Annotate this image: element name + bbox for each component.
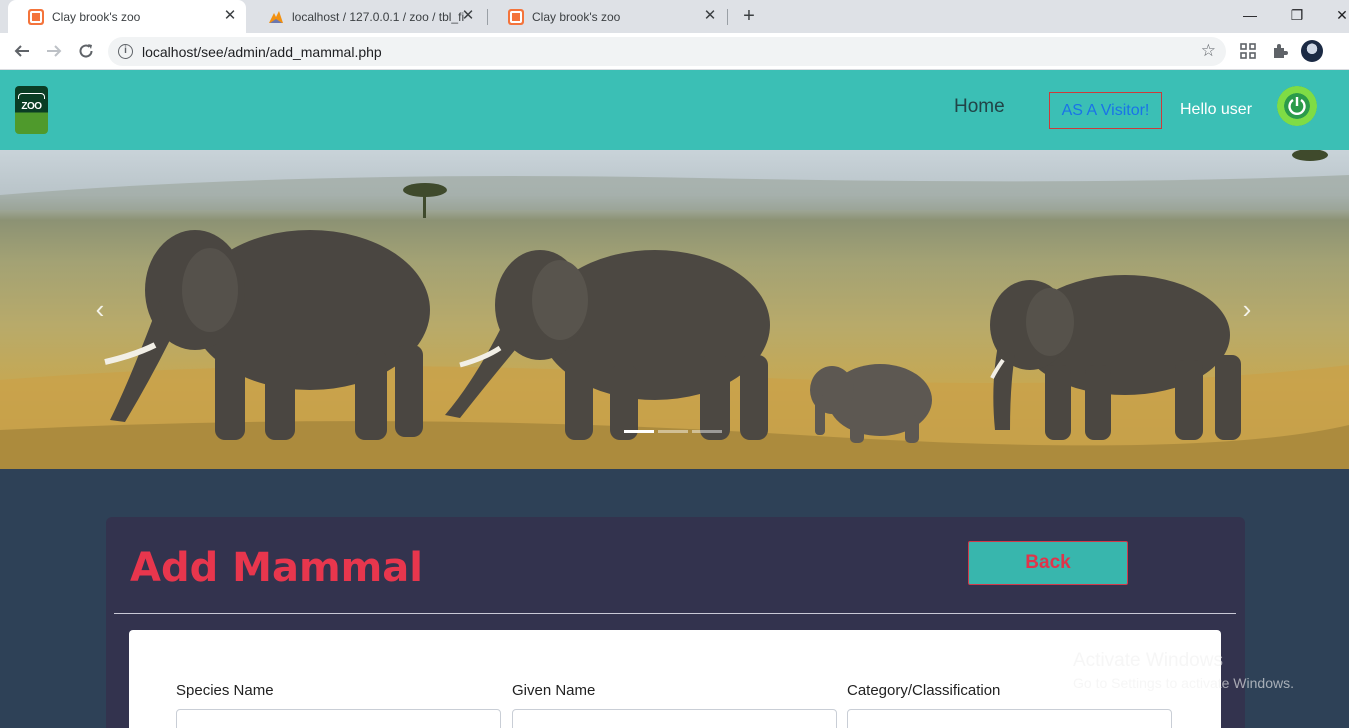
forward-arrow-icon[interactable] xyxy=(42,39,66,63)
given-name-label: Given Name xyxy=(512,682,596,699)
carousel-indicators xyxy=(624,430,722,433)
carousel-next-icon[interactable]: › xyxy=(1237,294,1257,324)
browser-tab-clay-brooks-zoo[interactable]: Clay brook's zoo ✕ xyxy=(8,0,246,33)
activate-windows-watermark: Activate Windows Go to Settings to activ… xyxy=(1073,650,1294,691)
user-greeting: Hello user xyxy=(1180,101,1253,118)
category-input[interactable] xyxy=(847,709,1172,728)
tab-title: localhost / 127.0.0.1 / zoo / tbl_fi xyxy=(292,9,465,24)
back-button[interactable]: Back xyxy=(968,541,1128,585)
page-title: Add Mammal xyxy=(130,545,424,591)
minimize-window-icon[interactable]: — xyxy=(1238,3,1262,27)
logo-text: ZOO xyxy=(21,101,42,112)
carousel-indicator[interactable] xyxy=(658,430,688,433)
close-tab-icon[interactable]: ✕ xyxy=(222,8,238,24)
xampp-favicon-icon xyxy=(28,8,44,25)
mammal-form: Species Name Given Name Category/Classif… xyxy=(129,630,1221,728)
carousel-indicator[interactable] xyxy=(624,430,654,433)
browser-toolbar: i localhost/see/admin/add_mammal.php ☆ xyxy=(0,33,1349,70)
carousel-prev-icon[interactable]: ‹ xyxy=(90,294,110,324)
reload-icon[interactable] xyxy=(74,39,98,63)
watermark-line-2: Go to Settings to activate Windows. xyxy=(1073,675,1294,691)
carousel-indicator[interactable] xyxy=(692,430,722,433)
hero-carousel: ‹ › xyxy=(0,150,1349,469)
extensions-puzzle-icon[interactable] xyxy=(1271,42,1289,60)
close-tab-icon[interactable]: ✕ xyxy=(460,8,476,24)
apps-grid-icon[interactable] xyxy=(1239,42,1257,60)
close-window-icon[interactable]: ✕ xyxy=(1330,3,1349,27)
logo-arc xyxy=(18,93,45,99)
add-mammal-card: Add Mammal Back Species Name Given Name … xyxy=(106,517,1245,728)
browser-tab-clay-brooks-zoo-2[interactable]: Clay brook's zoo ✕ xyxy=(488,0,726,33)
tab-title: Clay brook's zoo xyxy=(532,9,621,24)
zoo-logo[interactable]: ZOO xyxy=(15,86,48,134)
close-tab-icon[interactable]: ✕ xyxy=(702,8,718,24)
browser-tab-phpmyadmin[interactable]: localhost / 127.0.0.1 / zoo / tbl_fi ✕ xyxy=(248,0,484,33)
tab-title: Clay brook's zoo xyxy=(52,9,141,24)
species-name-label: Species Name xyxy=(176,682,274,699)
species-name-input[interactable] xyxy=(176,709,501,728)
phpmyadmin-favicon-icon xyxy=(268,9,284,25)
site-header: ZOO Home AS A Visitor! Hello user xyxy=(0,70,1349,150)
tab-separator xyxy=(727,9,728,25)
given-name-input[interactable] xyxy=(512,709,837,728)
category-label: Category/Classification xyxy=(847,682,1001,699)
xampp-favicon-icon xyxy=(508,8,524,25)
title-divider xyxy=(114,613,1236,614)
new-tab-icon[interactable]: + xyxy=(738,5,760,27)
as-visitor-button[interactable]: AS A Visitor! xyxy=(1049,92,1162,129)
restore-window-icon[interactable]: ❐ xyxy=(1285,3,1309,27)
address-bar[interactable]: i localhost/see/admin/add_mammal.php ☆ xyxy=(108,37,1226,66)
browser-tab-strip: Clay brook's zoo ✕ localhost / 127.0.0.1… xyxy=(0,0,1349,33)
elephants-savanna-image xyxy=(0,150,1349,469)
site-info-icon[interactable]: i xyxy=(118,44,133,59)
logout-power-icon[interactable] xyxy=(1277,86,1317,126)
bookmark-star-icon[interactable]: ☆ xyxy=(1201,41,1216,61)
nav-home-link[interactable]: Home xyxy=(954,96,1005,118)
url-text: localhost/see/admin/add_mammal.php xyxy=(142,44,382,60)
back-arrow-icon[interactable] xyxy=(10,39,34,63)
profile-avatar[interactable] xyxy=(1301,40,1323,62)
watermark-line-1: Activate Windows xyxy=(1073,650,1223,671)
